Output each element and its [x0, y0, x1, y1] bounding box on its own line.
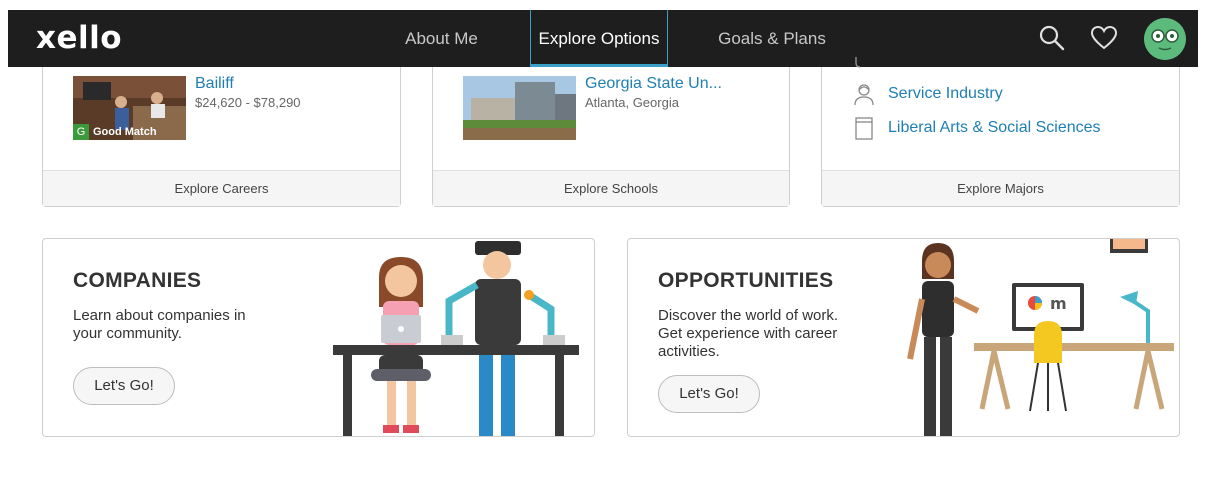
opportunities-description: Discover the world of work. Get experien… [658, 307, 838, 361]
companies-title: COMPANIES [73, 269, 202, 292]
opportunities-description-line: Discover the world of work. [658, 307, 839, 324]
opportunities-illustration: m [907, 239, 1174, 436]
companies-illustration [333, 241, 579, 436]
person-icon [854, 84, 874, 106]
career-title-link[interactable]: Bailiff [195, 75, 234, 93]
avatar[interactable] [1144, 18, 1186, 60]
good-match-badge: G Good Match [73, 124, 169, 140]
georgia-state-thumbnail[interactable] [463, 76, 576, 140]
companies-description: Learn about companies in your community. [73, 307, 246, 343]
tab-explore-options[interactable]: Explore Options [530, 10, 668, 67]
search-icon[interactable] [1038, 24, 1066, 52]
majors-card: Service Industry Liberal Arts & Social S… [821, 57, 1180, 207]
major-label: Liberal Arts & Social Sciences [888, 119, 1101, 136]
book-icon [855, 117, 873, 140]
career-salary: $24,620 - $78,290 [195, 95, 301, 110]
campus-image [463, 76, 576, 140]
major-label: Service Industry [888, 85, 1003, 102]
companies-lets-go-button[interactable]: Let's Go! [73, 367, 175, 405]
tab-goals-plans[interactable]: Goals & Plans [708, 10, 836, 67]
schools-card: Georgia State Un... Atlanta, Georgia Exp… [432, 67, 790, 207]
opportunities-card: OPPORTUNITIES Discover the world of work… [627, 238, 1180, 437]
explore-schools-button[interactable]: Explore Schools [433, 170, 789, 206]
school-location: Atlanta, Georgia [585, 95, 679, 110]
avatar-face-icon [1144, 18, 1186, 60]
careers-card: G Good Match Bailiff $24,620 - $78,290 Ex… [42, 67, 401, 207]
major-item-liberal-arts[interactable]: Liberal Arts & Social Sciences [852, 115, 1101, 141]
tab-about-me[interactable]: About Me [384, 10, 499, 67]
top-nav: xello About Me Explore Options Goals & P… [8, 10, 1198, 67]
opportunities-lets-go-button[interactable]: Let's Go! [658, 375, 760, 413]
companies-card: COMPANIES Learn about companies in your … [42, 238, 595, 437]
heart-icon[interactable] [1090, 24, 1118, 52]
bailiff-thumbnail[interactable]: G Good Match [73, 76, 186, 140]
opportunities-title: OPPORTUNITIES [658, 269, 834, 292]
major-item-service-industry[interactable]: Service Industry [852, 81, 1003, 107]
svg-text:m: m [1050, 294, 1067, 313]
good-match-label: Good Match [93, 126, 157, 138]
opportunities-description-line: activities. [658, 343, 720, 360]
partial-major-icon [855, 57, 861, 68]
school-title-link[interactable]: Georgia State Un... [585, 75, 722, 93]
companies-description-line: your community. [73, 325, 182, 342]
opportunities-description-line: Get experience with career [658, 325, 838, 342]
xello-logo[interactable]: xello [36, 20, 122, 56]
explore-careers-button[interactable]: Explore Careers [43, 170, 400, 206]
explore-majors-button[interactable]: Explore Majors [822, 170, 1179, 206]
companies-description-line: Learn about companies in [73, 307, 246, 324]
good-match-letter: G [73, 124, 89, 140]
